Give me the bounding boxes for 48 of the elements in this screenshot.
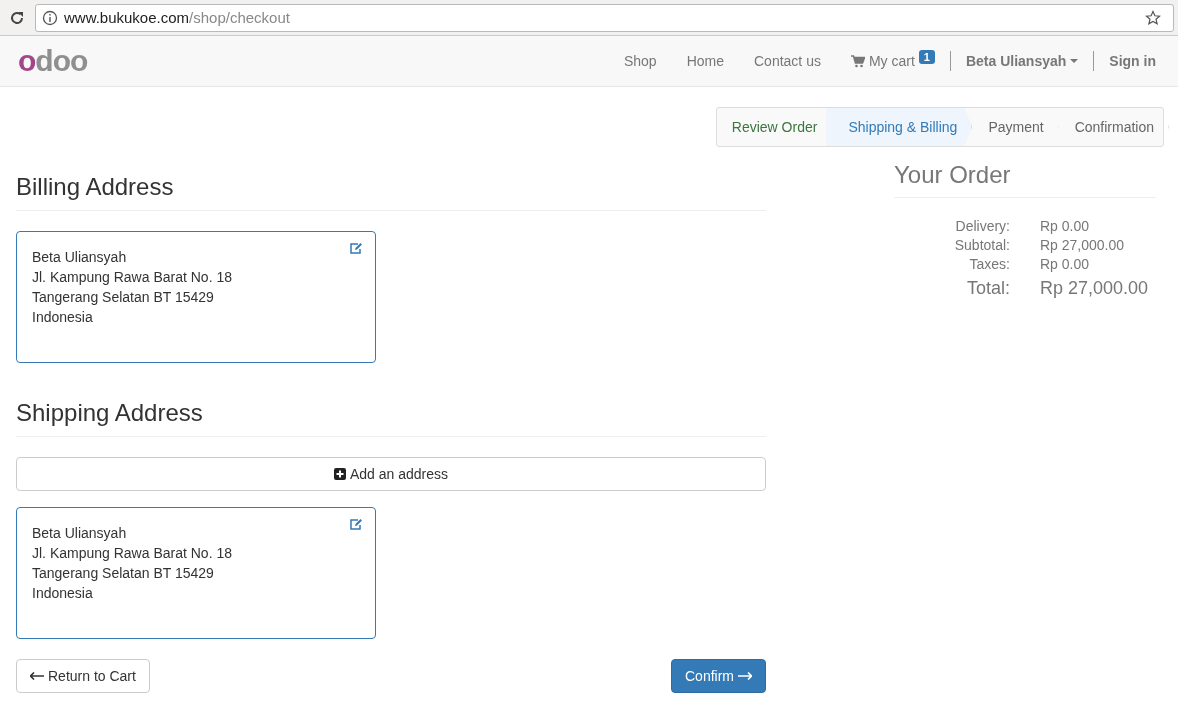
address-line: Beta Uliansyah <box>32 248 128 267</box>
total-value: Rp 27,000.00 <box>1040 278 1150 299</box>
address-line: Beta Uliansyah <box>32 524 128 543</box>
return-to-cart-button[interactable]: Return to Cart <box>16 659 150 693</box>
address-bar[interactable]: www.bukukoe.com/shop/checkout <box>35 3 1174 32</box>
address-line: Indonesia <box>32 308 94 327</box>
cart-icon <box>850 54 865 68</box>
summary-value: Rp 0.00 <box>1040 218 1091 234</box>
left-arrow-icon <box>30 672 44 680</box>
plus-square-icon <box>333 468 346 480</box>
nav-link[interactable]: Home <box>671 53 739 69</box>
address-line: Indonesia <box>32 584 94 603</box>
address-line: Jl. Kampung Rawa Barat No. 18 <box>32 544 233 563</box>
edit-icon[interactable] <box>349 242 363 255</box>
odoo-logo[interactable]: odoo <box>18 46 88 76</box>
caret-icon <box>1070 58 1079 64</box>
summary-label: Delivery: <box>954 218 1010 234</box>
total-label: Total: <box>965 278 1010 299</box>
nav-link[interactable]: Contact us <box>739 53 836 69</box>
summary-label: Subtotal: <box>953 237 1010 253</box>
order-title: Your Order <box>894 161 1156 198</box>
cart-count-badge: 1 <box>918 50 935 64</box>
edit-icon[interactable] <box>349 518 363 531</box>
section-title: Billing Address <box>16 173 766 211</box>
checkout-step: Payment <box>966 108 1059 146</box>
address-line: Tangerang Selatan BT 15429 <box>32 564 215 583</box>
add-address-button[interactable]: Add an address <box>16 457 766 491</box>
sign-in-link[interactable]: Sign in <box>1094 53 1156 69</box>
summary-value: Rp 27,000.00 <box>1040 237 1126 253</box>
cart-link[interactable]: My cart 1 <box>835 53 950 69</box>
address-line: Jl. Kampung Rawa Barat No. 18 <box>32 268 233 287</box>
star-icon[interactable] <box>1145 9 1161 26</box>
checkout-step: Confirmation <box>1052 108 1169 146</box>
checkout-step: Shipping & Billing <box>826 108 973 146</box>
info-icon <box>42 9 58 26</box>
reload-icon[interactable] <box>9 9 25 26</box>
nav-link[interactable]: Shop <box>608 53 672 69</box>
summary-label: Taxes: <box>968 256 1010 272</box>
address-card[interactable]: Beta Uliansyah Jl. Kampung Rawa Barat No. 18 Tangerang Selatan BT 15429 Indonesia <box>16 231 376 363</box>
user-menu[interactable]: Beta Uliansyah <box>950 53 1094 69</box>
right-arrow-icon <box>738 672 752 680</box>
confirm-button[interactable]: Confirm <box>671 659 766 693</box>
address-line: Tangerang Selatan BT 15429 <box>32 288 215 307</box>
url-path: /shop/checkout <box>189 9 290 26</box>
section-title: Shipping Address <box>16 399 766 437</box>
address-card[interactable]: Beta Uliansyah Jl. Kampung Rawa Barat No. 18 Tangerang Selatan BT 15429 Indonesia <box>16 507 376 639</box>
url-host: www.bukukoe.com <box>64 9 190 26</box>
summary-value: Rp 0.00 <box>1040 256 1091 272</box>
